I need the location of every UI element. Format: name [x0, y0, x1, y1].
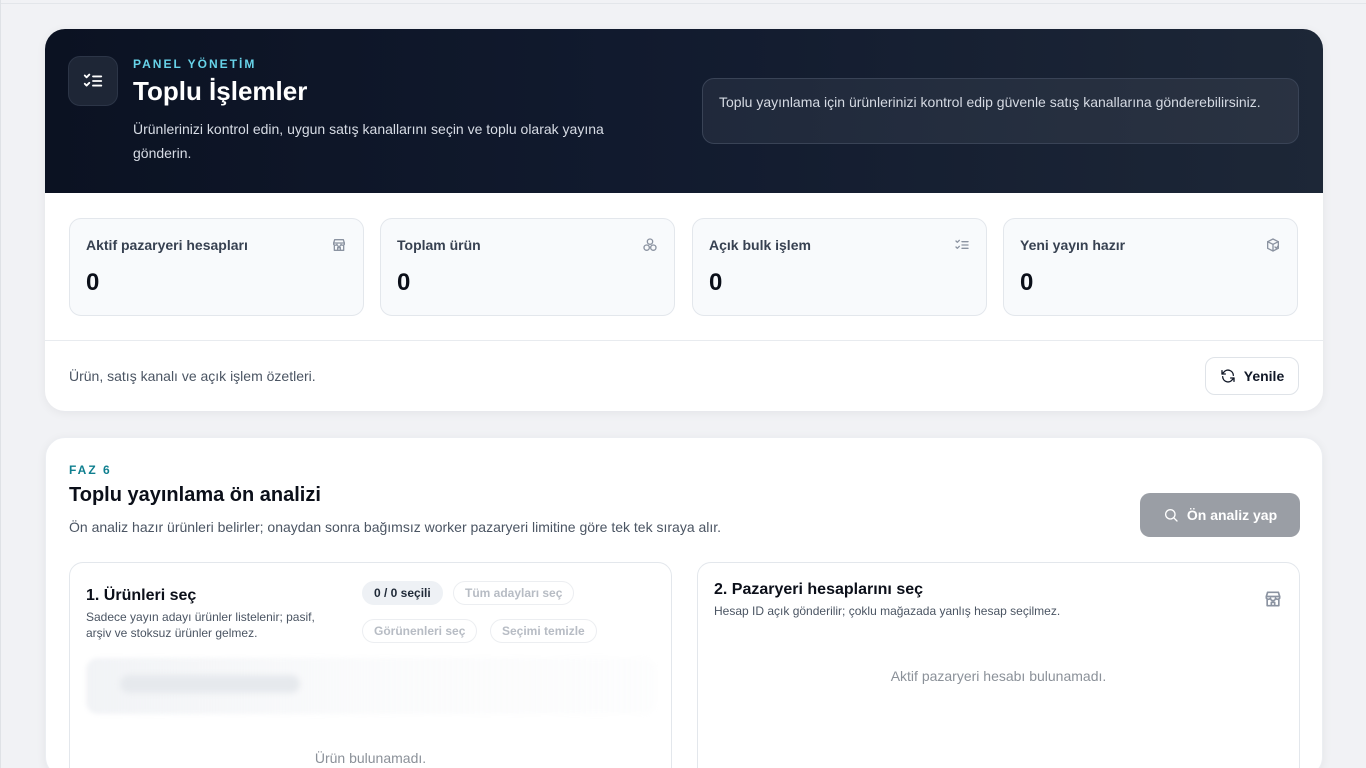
selected-count-badge: 0 / 0 seçili [362, 581, 443, 605]
phase-eyebrow: FAZ 6 [69, 463, 112, 477]
hero-description: Ürünlerinizi kontrol edin, uygun satış k… [133, 121, 604, 161]
package-check-icon [1267, 238, 1279, 252]
stat-label: Toplam ürün [397, 237, 481, 253]
products-panel-subtitle: Sadece yayın adayı ürünler listelenir; p… [86, 610, 315, 640]
divider [45, 340, 1323, 341]
left-border [0, 0, 1, 768]
stat-card-total-products: Toplam ürün 0 [380, 218, 675, 316]
checklist-icon [68, 56, 118, 106]
refresh-label: Yenile [1243, 368, 1285, 384]
refresh-icon [1221, 369, 1235, 383]
loading-skeleton [120, 675, 300, 693]
refresh-button[interactable]: Yenile [1205, 357, 1299, 395]
clear-selection-button[interactable]: Seçimi temizle [490, 619, 597, 643]
stat-label: Aktif pazaryeri hesapları [86, 237, 248, 253]
hero-info-note: Toplu yayınlama için ürünlerinizi kontro… [702, 78, 1299, 144]
summary-text: Ürün, satış kanalı ve açık işlem özetler… [69, 368, 316, 384]
stat-card-open-bulk: Açık bulk işlem 0 [692, 218, 987, 316]
accounts-panel-subtitle: Hesap ID açık gönderilir; çoklu mağazada… [714, 604, 1061, 618]
top-border [0, 3, 1366, 4]
select-all-candidates-button[interactable]: Tüm adayları seç [453, 581, 575, 605]
products-empty-state: Ürün bulunamadı. [314, 750, 427, 766]
accounts-panel-title: 2. Pazaryeri hesaplarını seç [714, 581, 924, 598]
stat-value: 0 [397, 269, 411, 296]
stat-card-new-ready: Yeni yayın hazır 0 [1003, 218, 1298, 316]
hero-eyebrow: PANEL YÖNETİM [133, 57, 257, 71]
list-check-icon [955, 239, 969, 249]
boxes-icon [643, 238, 657, 251]
store-icon [1265, 591, 1281, 607]
stat-label: Açık bulk işlem [709, 237, 811, 253]
stat-value: 0 [1020, 269, 1034, 296]
select-visible-button[interactable]: Görünenleri seç [362, 619, 478, 643]
preanalysis-button[interactable]: Ön analiz yap [1140, 493, 1300, 537]
stat-label: Yeni yayın hazır [1020, 237, 1126, 253]
section-title: Toplu yayınlama ön analizi [69, 484, 321, 506]
accounts-panel: 2. Pazaryeri hesaplarını seç Hesap ID aç… [697, 562, 1300, 768]
products-panel-title: 1. Ürünleri seç [86, 587, 197, 604]
stat-card-active-accounts: Aktif pazaryeri hesapları 0 [69, 218, 364, 316]
stat-value: 0 [86, 269, 100, 296]
products-panel: 1. Ürünleri seç Sadece yayın adayı ürünl… [69, 562, 672, 768]
bulk-operations-header-card: PANEL YÖNETİM Toplu İşlemler Ürünleriniz… [45, 29, 1323, 411]
hero-banner: PANEL YÖNETİM Toplu İşlemler Ürünleriniz… [45, 29, 1323, 193]
stat-value: 0 [709, 269, 723, 296]
store-icon [333, 239, 345, 251]
page-title: Toplu İşlemler [133, 76, 308, 106]
preanalysis-label: Ön analiz yap [1186, 507, 1278, 523]
search-icon [1164, 509, 1178, 522]
accounts-empty-state: Aktif pazaryeri hesabı bulunamadı. [890, 668, 1107, 684]
bulk-publish-preanalysis-card: FAZ 6 Toplu yayınlama ön analizi Ön anal… [45, 437, 1323, 768]
section-description: Ön analiz hazır ürünleri belirler; onayd… [69, 519, 722, 535]
